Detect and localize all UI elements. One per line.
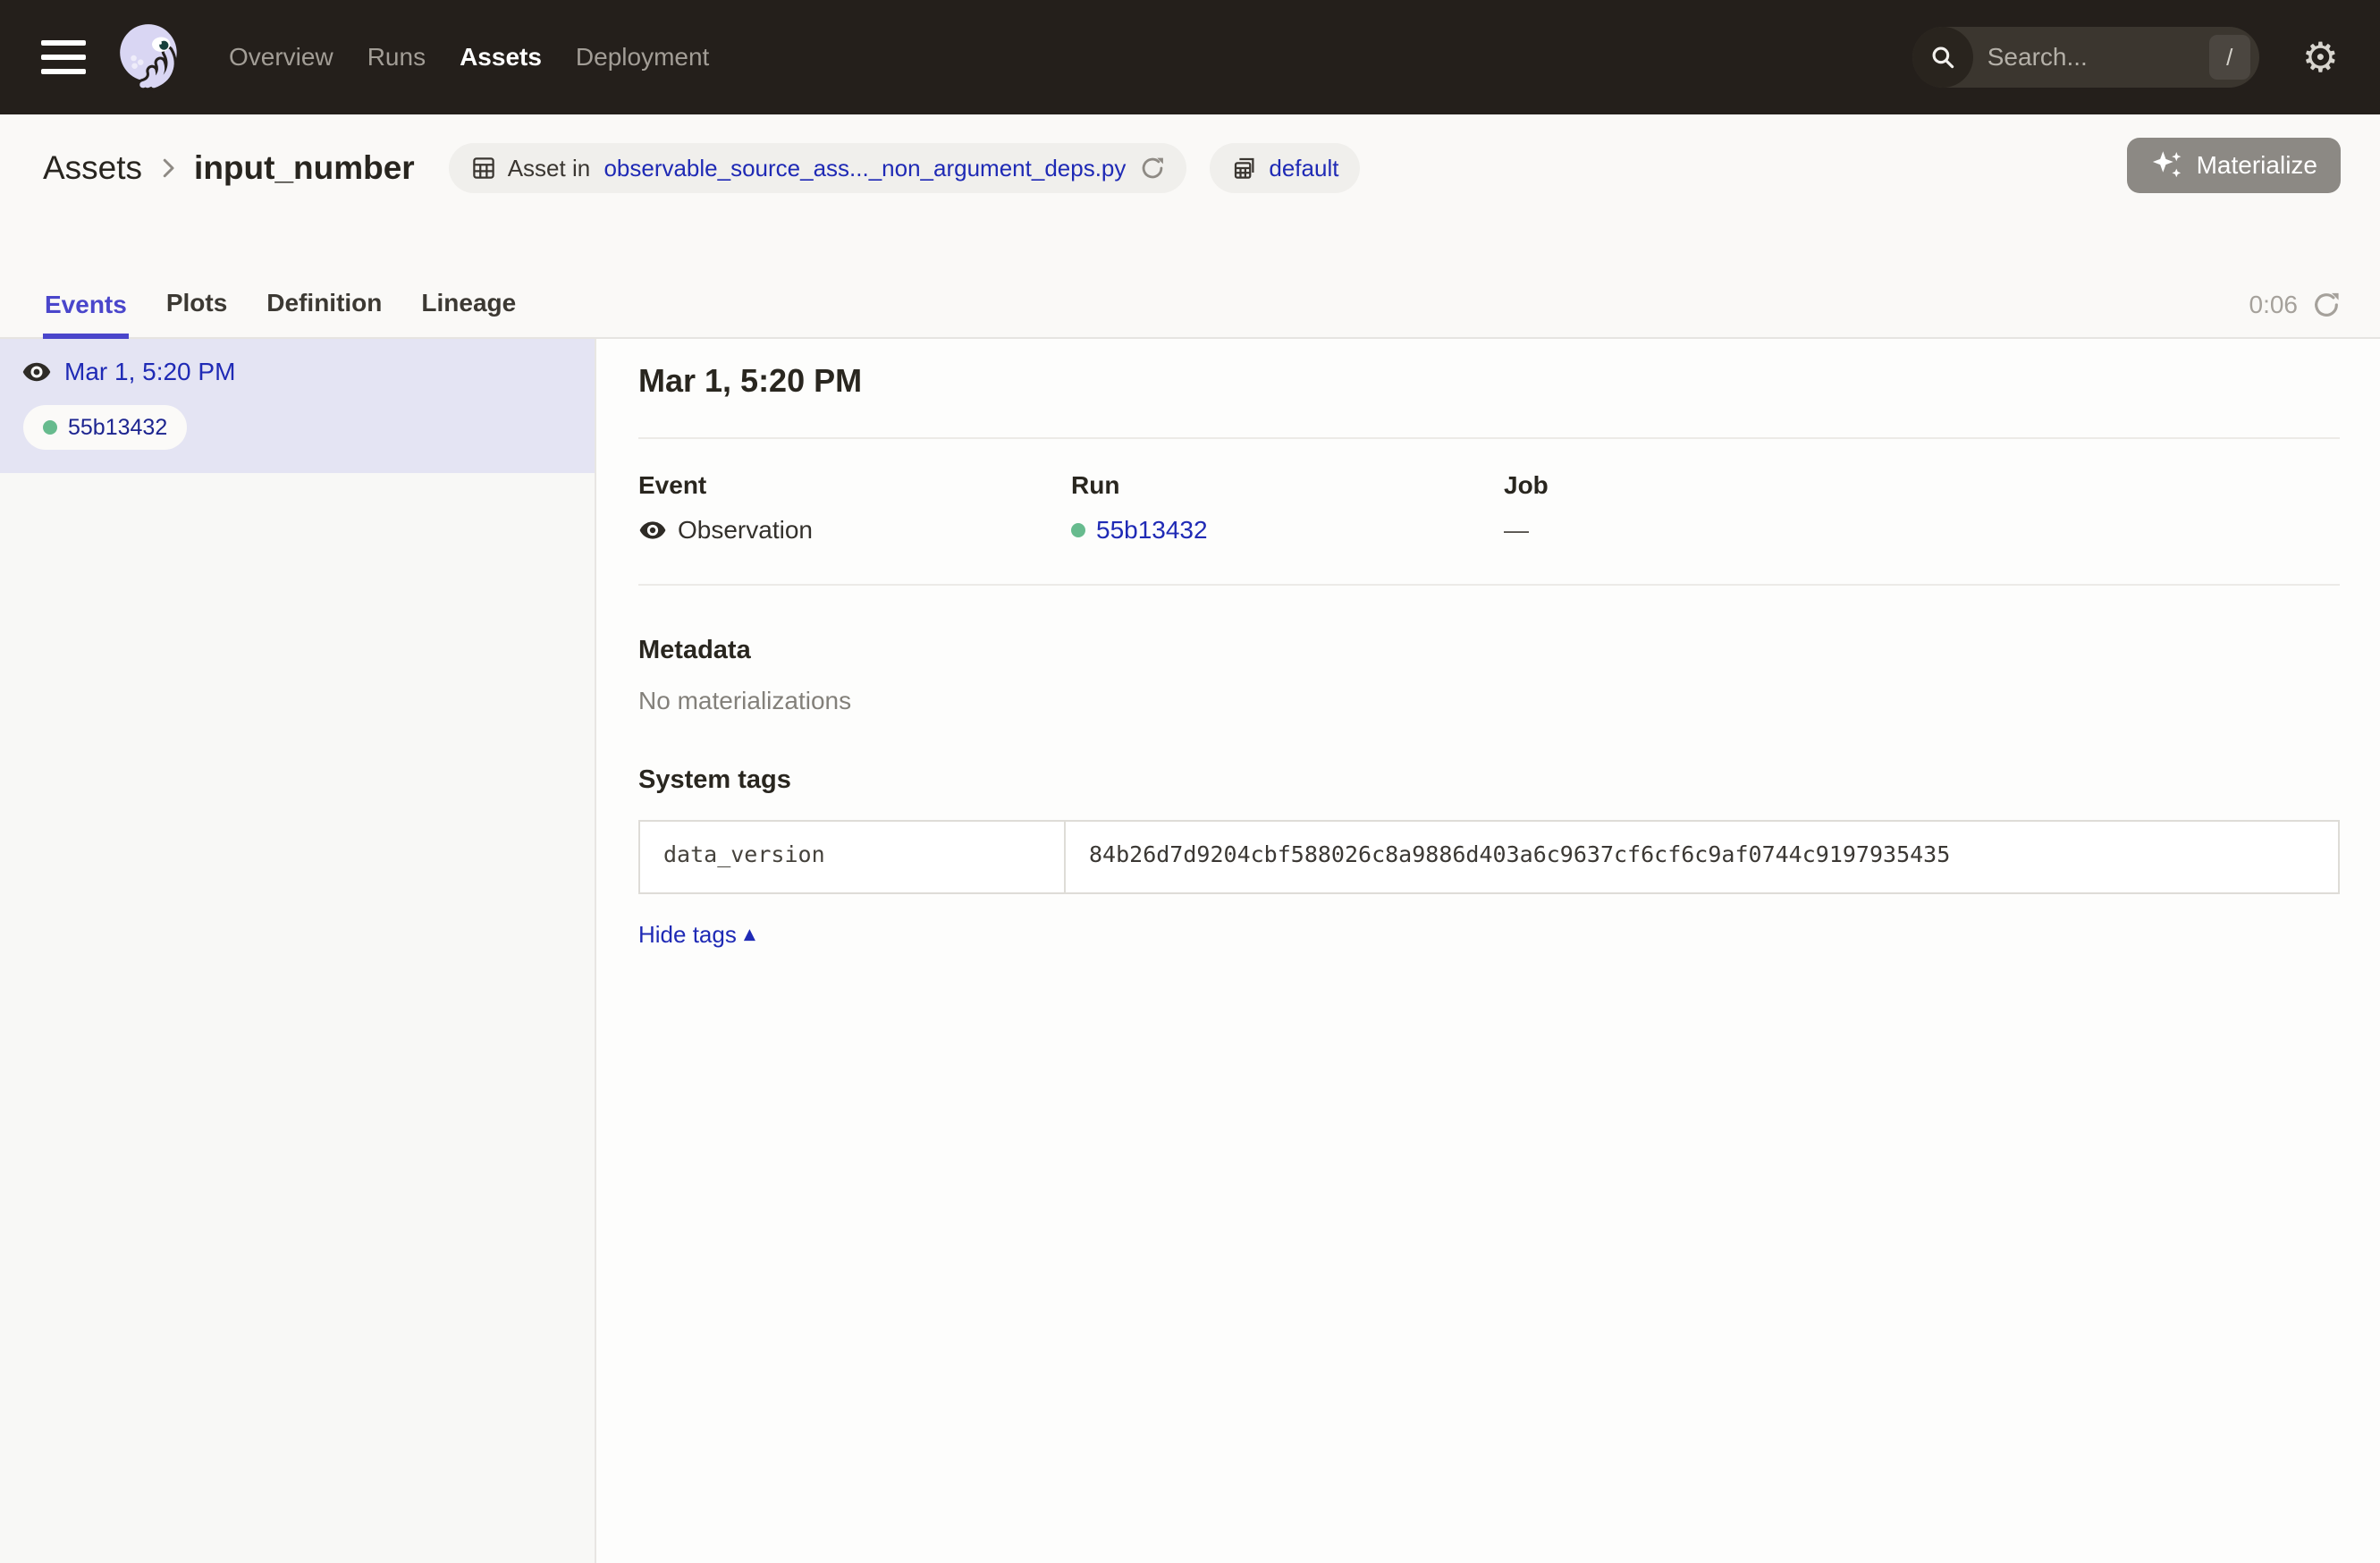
hide-tags-label: Hide tags bbox=[638, 921, 737, 949]
observation-eye-icon bbox=[638, 516, 667, 545]
tab-plots[interactable]: Plots bbox=[165, 278, 229, 337]
run-status-dot bbox=[1071, 523, 1085, 537]
repo-chip: default bbox=[1210, 143, 1360, 193]
asset-name-title: input_number bbox=[194, 149, 415, 187]
primary-nav: Overview Runs Assets Deployment bbox=[229, 43, 709, 72]
asset-location-prefix: Asset in bbox=[508, 155, 597, 182]
metadata-heading: Metadata bbox=[638, 636, 2340, 665]
workspace-icon bbox=[1231, 155, 1258, 182]
run-id-link[interactable]: 55b13432 bbox=[1096, 516, 1208, 545]
caret-up-icon: ▲ bbox=[744, 927, 755, 942]
nav-item-deployment[interactable]: Deployment bbox=[576, 43, 709, 72]
dagster-logo-icon[interactable] bbox=[113, 19, 190, 96]
run-status-dot bbox=[43, 420, 57, 435]
tab-lineage[interactable]: Lineage bbox=[419, 278, 518, 337]
search-shortcut-key: / bbox=[2209, 35, 2250, 80]
divider bbox=[638, 584, 2340, 586]
run-id-chip[interactable]: 55b13432 bbox=[23, 405, 187, 450]
search-icon bbox=[1912, 27, 1973, 88]
nav-item-assets[interactable]: Assets bbox=[460, 43, 542, 72]
asset-table-icon bbox=[470, 155, 497, 182]
content-area: Mar 1, 5:20 PM 55b13432 Mar 1, 5:20 PM E… bbox=[0, 339, 2380, 1563]
event-timestamp-link[interactable]: Mar 1, 5:20 PM bbox=[64, 358, 235, 386]
event-type-value: Observation bbox=[678, 516, 813, 545]
system-tags-heading: System tags bbox=[638, 765, 2340, 795]
event-column-label: Event bbox=[638, 471, 1071, 500]
event-facts: Event Observation Run 55b13432 bbox=[638, 471, 2340, 545]
nav-item-runs[interactable]: Runs bbox=[367, 43, 426, 72]
refresh-countdown: 0:06 bbox=[2249, 291, 2299, 319]
table-row: data_version 84b26d7d9204cbf588026c8a988… bbox=[639, 821, 2339, 893]
asset-tabs: Events Plots Definition Lineage 0:06 bbox=[0, 278, 2380, 339]
chevron-right-icon bbox=[155, 155, 181, 182]
gear-icon[interactable]: ⚙ bbox=[2302, 37, 2339, 78]
metadata-section: Metadata No materializations bbox=[638, 636, 2340, 715]
tab-definition[interactable]: Definition bbox=[265, 278, 384, 337]
job-column-label: Job bbox=[1504, 471, 2340, 500]
materialize-label: Materialize bbox=[2197, 151, 2317, 180]
reload-definitions-icon[interactable] bbox=[1140, 156, 1165, 181]
top-nav: Overview Runs Assets Deployment / ⚙ bbox=[0, 0, 2380, 114]
tab-events[interactable]: Events bbox=[43, 280, 129, 339]
repo-default-link[interactable]: default bbox=[1269, 155, 1338, 182]
event-title: Mar 1, 5:20 PM bbox=[638, 362, 2340, 400]
search-input[interactable] bbox=[1988, 43, 2209, 72]
job-value: — bbox=[1504, 516, 2340, 545]
divider bbox=[638, 437, 2340, 439]
refresh-timer: 0:06 bbox=[2249, 291, 2342, 319]
refresh-icon[interactable] bbox=[2312, 291, 2341, 319]
asset-header: Assets input_number Asset in observable_… bbox=[0, 114, 2380, 339]
hide-tags-link[interactable]: Hide tags ▲ bbox=[638, 921, 755, 949]
breadcrumb-assets-link[interactable]: Assets bbox=[43, 149, 142, 187]
observation-eye-icon bbox=[21, 357, 52, 387]
nav-item-overview[interactable]: Overview bbox=[229, 43, 333, 72]
sparkle-icon bbox=[2150, 148, 2186, 183]
global-search[interactable]: / bbox=[1912, 27, 2259, 88]
breadcrumb: Assets input_number Asset in observable_… bbox=[0, 139, 2380, 197]
system-tags-section: System tags data_version 84b26d7d9204cbf… bbox=[638, 765, 2340, 949]
event-list-item-selected[interactable]: Mar 1, 5:20 PM 55b13432 bbox=[0, 339, 595, 473]
run-id-label: 55b13432 bbox=[68, 415, 167, 441]
event-list-sidebar: Mar 1, 5:20 PM 55b13432 bbox=[0, 339, 596, 1563]
system-tags-table: data_version 84b26d7d9204cbf588026c8a988… bbox=[638, 820, 2340, 894]
tag-value-cell: 84b26d7d9204cbf588026c8a9886d403a6c9637c… bbox=[1065, 821, 2339, 893]
materialize-button[interactable]: Materialize bbox=[2127, 138, 2341, 193]
asset-definition-link[interactable]: observable_source_ass..._non_argument_de… bbox=[603, 155, 1126, 182]
event-detail-panel: Mar 1, 5:20 PM Event Observation Run bbox=[596, 339, 2380, 1563]
tag-key-cell: data_version bbox=[639, 821, 1065, 893]
menu-icon[interactable] bbox=[41, 40, 86, 74]
asset-location-chip: Asset in observable_source_ass..._non_ar… bbox=[449, 143, 1187, 193]
metadata-empty-message: No materializations bbox=[638, 687, 2340, 715]
run-column-label: Run bbox=[1071, 471, 1504, 500]
